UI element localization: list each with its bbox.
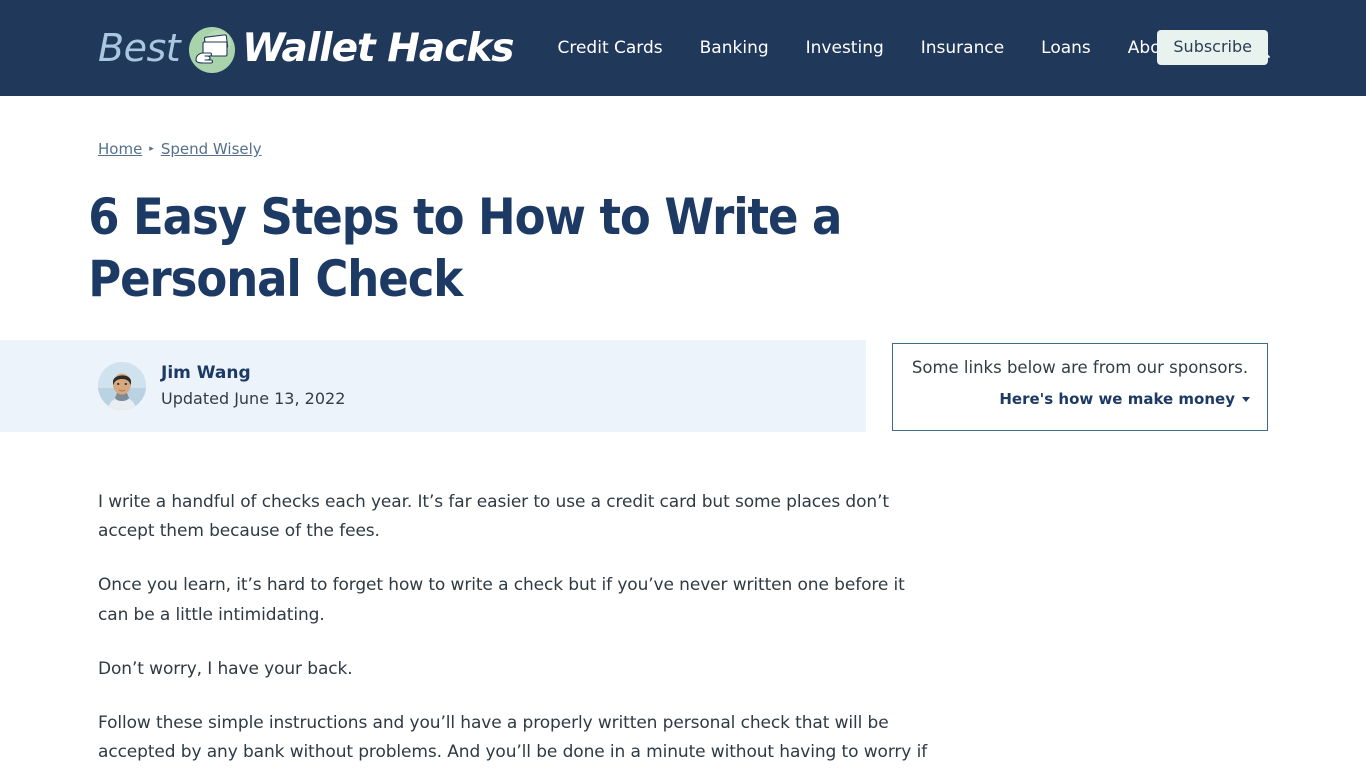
article-paragraph: Once you learn, it’s hard to forget how … [98, 575, 905, 625]
author-byline: Jim Wang Updated June 13, 2022 [0, 340, 866, 432]
breadcrumb-item-spend-wisely[interactable]: Spend Wisely [161, 140, 262, 158]
sponsor-disclosure-text: Some links below are from our sponsors. [911, 358, 1249, 377]
site-logo[interactable]: Best Wallet Hacks [98, 20, 514, 76]
breadcrumb-item-home[interactable]: Home [98, 140, 142, 158]
hand-holding-cards-icon [186, 24, 238, 76]
article-page: Home ▸ Spend Wisely 6 Easy Steps to How … [0, 96, 1366, 768]
article-paragraph: Follow these simple instructions and you… [98, 713, 928, 763]
nav-item-investing[interactable]: Investing [806, 39, 884, 57]
logo-text-best: Best [98, 26, 181, 70]
updated-date: Updated June 13, 2022 [161, 389, 346, 409]
page-title: 6 Easy Steps to How to Write a Personal … [88, 188, 842, 308]
chevron-down-icon [1242, 397, 1250, 403]
article-paragraph: I write a handful of checks each year. I… [98, 492, 889, 542]
author-name[interactable]: Jim Wang [161, 362, 345, 385]
how-we-make-money-label: Here's how we make money [999, 389, 1235, 408]
byline-meta: Jim Wang Updated June 13, 2022 [161, 362, 345, 410]
byline-row: Jim Wang Updated June 13, 2022 Some link… [0, 340, 1366, 432]
logo-text-wallet-hacks: Wallet Hacks [242, 25, 514, 71]
nav-item-credit-cards[interactable]: Credit Cards [557, 39, 662, 57]
article-body: I write a handful of checks each year. I… [0, 432, 1030, 768]
breadcrumb: Home ▸ Spend Wisely [0, 96, 1366, 158]
nav-item-loans[interactable]: Loans [1041, 39, 1091, 57]
breadcrumb-separator-icon: ▸ [149, 144, 154, 154]
article-paragraph: Don’t worry, I have your back. [98, 658, 353, 679]
nav-item-banking[interactable]: Banking [700, 39, 769, 57]
how-we-make-money-toggle[interactable]: Here's how we make money [910, 390, 1250, 408]
nav-item-insurance[interactable]: Insurance [921, 39, 1004, 57]
avatar [98, 362, 146, 410]
subscribe-button[interactable]: Subscribe [1157, 30, 1268, 65]
sponsor-disclosure-box: Some links below are from our sponsors. … [892, 343, 1268, 431]
site-header: Best Wallet Hacks Credit Cards Banking I… [0, 0, 1366, 96]
